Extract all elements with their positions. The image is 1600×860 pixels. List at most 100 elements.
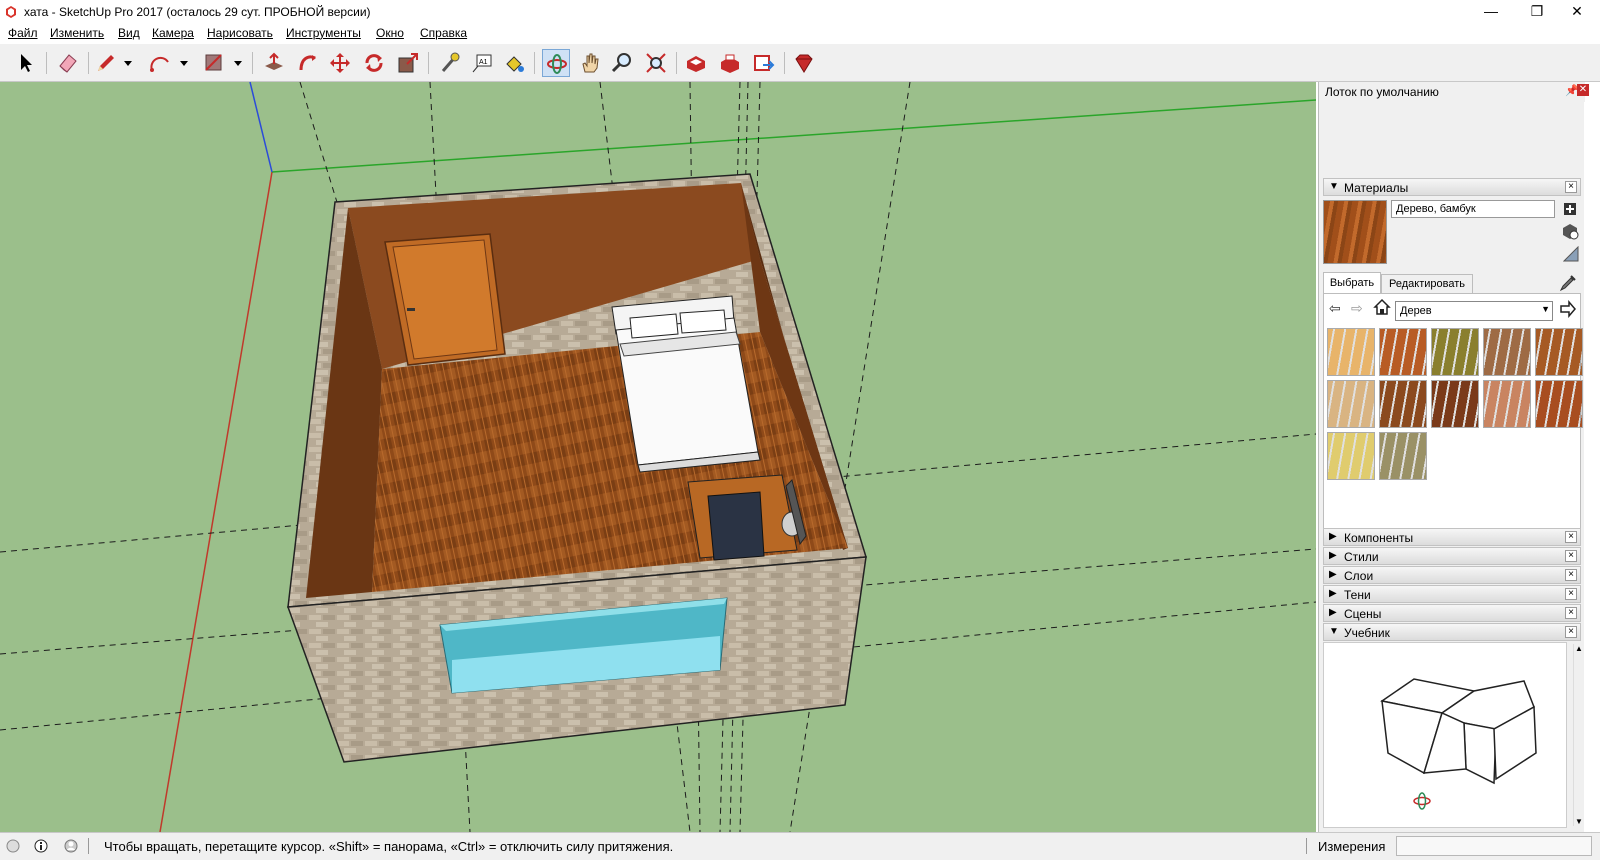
tape-measure-icon — [441, 52, 460, 72]
collapse-arrow-icon: ▼ — [1329, 181, 1339, 192]
duplicate-material-icon[interactable] — [1561, 222, 1579, 240]
menu-tools[interactable]: Инструменты — [286, 26, 361, 40]
measurements-input[interactable] — [1396, 836, 1592, 856]
ruby-console-button[interactable] — [790, 49, 818, 77]
tab-select[interactable]: Выбрать — [1323, 272, 1381, 294]
tab-edit[interactable]: Редактировать — [1381, 274, 1473, 294]
material-swatch[interactable] — [1327, 380, 1375, 428]
scroll-up-icon[interactable]: ▲ — [1575, 644, 1583, 653]
default-material-icon[interactable] — [1562, 245, 1579, 262]
close-icon[interactable]: × — [1565, 181, 1577, 193]
material-swatch[interactable] — [1327, 328, 1375, 376]
3d-warehouse-icon — [687, 56, 705, 72]
minimize-button[interactable]: — — [1468, 0, 1514, 24]
material-name-field[interactable]: Дерево, бамбук — [1391, 200, 1555, 218]
close-icon[interactable]: × — [1565, 550, 1577, 562]
push-pull-tool-button[interactable] — [260, 49, 288, 77]
close-icon[interactable]: × — [1565, 588, 1577, 600]
menu-draw[interactable]: Нарисовать — [207, 26, 273, 40]
material-swatch[interactable] — [1379, 380, 1427, 428]
scale-tool-button[interactable] — [394, 49, 422, 77]
extension-warehouse-button[interactable] — [716, 49, 744, 77]
select-tool-button[interactable] — [12, 49, 40, 77]
window-title: хата - SketchUp Pro 2017 (осталось 29 су… — [24, 5, 371, 19]
tray-title: Лоток по умолчанию — [1325, 85, 1439, 99]
chevron-down-icon — [180, 61, 188, 66]
details-arrow-icon[interactable] — [1559, 299, 1577, 319]
credits-info-icon[interactable] — [34, 839, 48, 853]
menu-bar: Файл Изменить Вид Камера Нарисовать Инст… — [0, 24, 1600, 44]
orbit-cursor-icon — [1413, 792, 1431, 810]
zoom-extents-tool-button[interactable] — [642, 49, 670, 77]
pencil-tool-button[interactable] — [92, 49, 120, 77]
shadows-panel-header[interactable]: ▶ Тени × — [1323, 585, 1581, 603]
components-panel-header[interactable]: ▶ Компоненты × — [1323, 528, 1581, 546]
user-account-icon[interactable] — [64, 839, 78, 853]
menu-window[interactable]: Окно — [376, 26, 404, 40]
material-swatch[interactable] — [1535, 328, 1583, 376]
scenes-panel-header[interactable]: ▶ Сцены × — [1323, 604, 1581, 622]
back-arrow-icon[interactable]: ⇦ — [1329, 300, 1345, 316]
menu-help[interactable]: Справка — [420, 26, 467, 40]
ruby-icon — [795, 54, 813, 73]
house-model[interactable] — [286, 173, 867, 763]
layers-panel-header[interactable]: ▶ Слои × — [1323, 566, 1581, 584]
expand-arrow-icon: ▶ — [1329, 550, 1337, 561]
tutorial-panel-header[interactable]: ▼ Учебник × — [1323, 623, 1581, 641]
material-swatch[interactable] — [1483, 328, 1531, 376]
create-material-icon[interactable] — [1563, 202, 1577, 216]
tape-measure-tool-button[interactable] — [436, 49, 464, 77]
forward-arrow-icon[interactable]: ⇨ — [1351, 300, 1367, 316]
material-swatch[interactable] — [1379, 328, 1427, 376]
eraser-tool-button[interactable] — [54, 49, 82, 77]
follow-me-tool-button[interactable] — [294, 49, 322, 77]
tutorial-content — [1323, 642, 1567, 828]
home-icon[interactable] — [1373, 298, 1391, 316]
scale-icon — [398, 53, 418, 73]
expand-arrow-icon: ▶ — [1329, 607, 1337, 618]
zoom-tool-button[interactable] — [608, 49, 636, 77]
rectangle-dropdown-button[interactable] — [230, 49, 244, 77]
styles-panel-header[interactable]: ▶ Стили × — [1323, 547, 1581, 565]
material-swatch[interactable] — [1327, 432, 1375, 480]
text-tool-button[interactable]: A1 — [468, 49, 496, 77]
material-swatch[interactable] — [1431, 328, 1479, 376]
close-icon[interactable]: × — [1565, 626, 1577, 638]
scroll-down-icon[interactable]: ▼ — [1575, 817, 1583, 826]
model-viewport[interactable] — [0, 82, 1316, 832]
rotate-tool-button[interactable] — [360, 49, 388, 77]
3d-warehouse-button[interactable] — [682, 49, 710, 77]
material-swatch[interactable] — [1535, 380, 1583, 428]
desk[interactable] — [687, 474, 807, 561]
menu-camera[interactable]: Камера — [152, 26, 194, 40]
menu-file[interactable]: Файл — [8, 26, 38, 40]
materials-panel-header[interactable]: ▼ Материалы × — [1323, 178, 1581, 196]
material-swatch[interactable] — [1483, 380, 1531, 428]
menu-edit[interactable]: Изменить — [50, 26, 104, 40]
material-swatch[interactable] — [1431, 380, 1479, 428]
paint-bucket-tool-button[interactable] — [500, 49, 528, 77]
pan-tool-button[interactable] — [576, 49, 604, 77]
push-pull-icon — [265, 52, 283, 70]
arc-dropdown-button[interactable] — [176, 49, 190, 77]
close-button[interactable]: ✕ — [1554, 0, 1600, 24]
eyedropper-icon[interactable] — [1559, 274, 1577, 292]
close-icon[interactable]: × — [1565, 531, 1577, 543]
library-dropdown[interactable]: Дерев ▼ — [1395, 301, 1553, 321]
rectangle-tool-button[interactable] — [200, 49, 228, 77]
orbit-tool-button[interactable] — [542, 49, 570, 77]
close-icon[interactable]: × — [1565, 607, 1577, 619]
pan-icon — [582, 53, 599, 73]
send-to-layout-button[interactable] — [750, 49, 778, 77]
close-icon[interactable]: × — [1565, 569, 1577, 581]
arc-tool-button[interactable] — [146, 49, 174, 77]
tray-scrollbar[interactable] — [1583, 104, 1585, 824]
expand-arrow-icon: ▶ — [1329, 531, 1337, 542]
geolocation-icon[interactable] — [6, 839, 20, 853]
arc-icon — [150, 56, 169, 72]
move-tool-button[interactable] — [326, 49, 354, 77]
material-swatch[interactable] — [1379, 432, 1427, 480]
pencil-dropdown-button[interactable] — [120, 49, 134, 77]
tray-close-icon[interactable]: ✕ — [1577, 84, 1589, 96]
menu-view[interactable]: Вид — [118, 26, 140, 40]
